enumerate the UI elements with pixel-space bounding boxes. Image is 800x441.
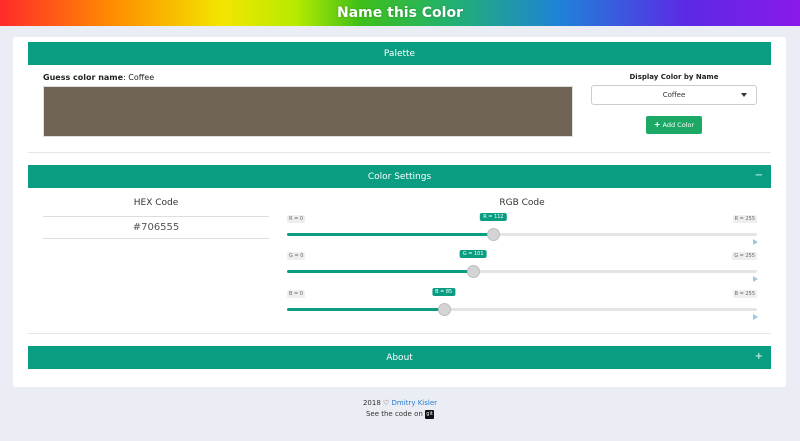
green-min-label: G = 0: [287, 252, 306, 260]
green-slider[interactable]: G = 0 G = 255 G = 101: [287, 250, 758, 282]
blue-max-label: B = 255: [732, 290, 757, 298]
section-divider: [28, 333, 771, 334]
main-card: Palette Guess color name: Coffee Display…: [13, 37, 786, 387]
blue-slider-arrow-icon: [753, 314, 758, 320]
hex-code-title: HEX Code: [133, 198, 179, 208]
about-section-title: About: [386, 352, 413, 363]
plus-icon: +: [653, 120, 661, 129]
green-slider-arrow-icon: [753, 276, 758, 282]
hex-code-value: #706555: [43, 216, 269, 239]
footer: 2018 ♡ Dmitry Kisler See the code on git: [0, 398, 800, 420]
green-current-label: G = 101: [459, 250, 487, 258]
red-slider-arrow-icon: [753, 239, 758, 245]
footer-code: See the code on git: [0, 409, 800, 420]
blue-min-label: B = 0: [287, 290, 305, 298]
red-min-label: R = 0: [287, 215, 306, 223]
rgb-code-title: RGB Code: [499, 198, 545, 208]
blue-current-label: B = 85: [432, 288, 456, 296]
green-slider-fill: [287, 270, 474, 273]
blue-slider-handle[interactable]: [437, 303, 451, 316]
add-color-label: Add Color: [662, 121, 695, 129]
red-slider[interactable]: R = 0 R = 255 R = 112: [287, 213, 758, 245]
palette-section-title: Palette: [383, 48, 416, 59]
footer-credit: 2018 ♡ Dmitry Kisler: [0, 398, 800, 409]
color-settings-title: Color Settings: [367, 171, 432, 182]
page-title: Name this Color: [337, 5, 463, 21]
red-slider-fill: [287, 233, 494, 236]
chevron-down-icon: [741, 93, 747, 97]
about-section-header[interactable]: About +: [28, 346, 771, 369]
selected-color-name: Coffee: [662, 91, 686, 99]
red-slider-handle[interactable]: [487, 228, 501, 241]
green-slider-handle[interactable]: [467, 265, 481, 278]
add-color-button[interactable]: + Add Color: [646, 116, 702, 134]
display-by-name-label: Display Color by Name: [629, 73, 719, 81]
color-name-select[interactable]: Coffee: [591, 85, 757, 105]
footer-year: 2018: [362, 399, 381, 407]
header-bar: Name this Color: [0, 0, 800, 26]
red-max-label: R = 255: [732, 215, 757, 223]
expand-icon[interactable]: +: [755, 351, 763, 363]
guess-color-label: Guess color name: Coffee: [43, 73, 154, 82]
heart-icon: ♡: [383, 399, 390, 407]
guess-label-text: Guess color name: [43, 73, 124, 82]
guess-label-value: : Coffee: [123, 73, 155, 82]
red-current-label: R = 112: [480, 213, 507, 221]
collapse-icon[interactable]: −: [755, 170, 763, 182]
author-link[interactable]: Dmitry Kisler: [392, 399, 437, 407]
code-text: See the code on: [365, 410, 423, 418]
palette-section-header[interactable]: Palette: [28, 42, 771, 65]
section-divider: [28, 152, 771, 153]
color-settings-section-header[interactable]: Color Settings −: [28, 165, 771, 188]
git-icon[interactable]: git: [425, 409, 435, 419]
color-swatch: [43, 86, 573, 137]
blue-slider[interactable]: B = 0 B = 255 B = 85: [287, 288, 758, 320]
green-max-label: G = 255: [732, 252, 757, 260]
blue-slider-fill: [287, 308, 444, 311]
